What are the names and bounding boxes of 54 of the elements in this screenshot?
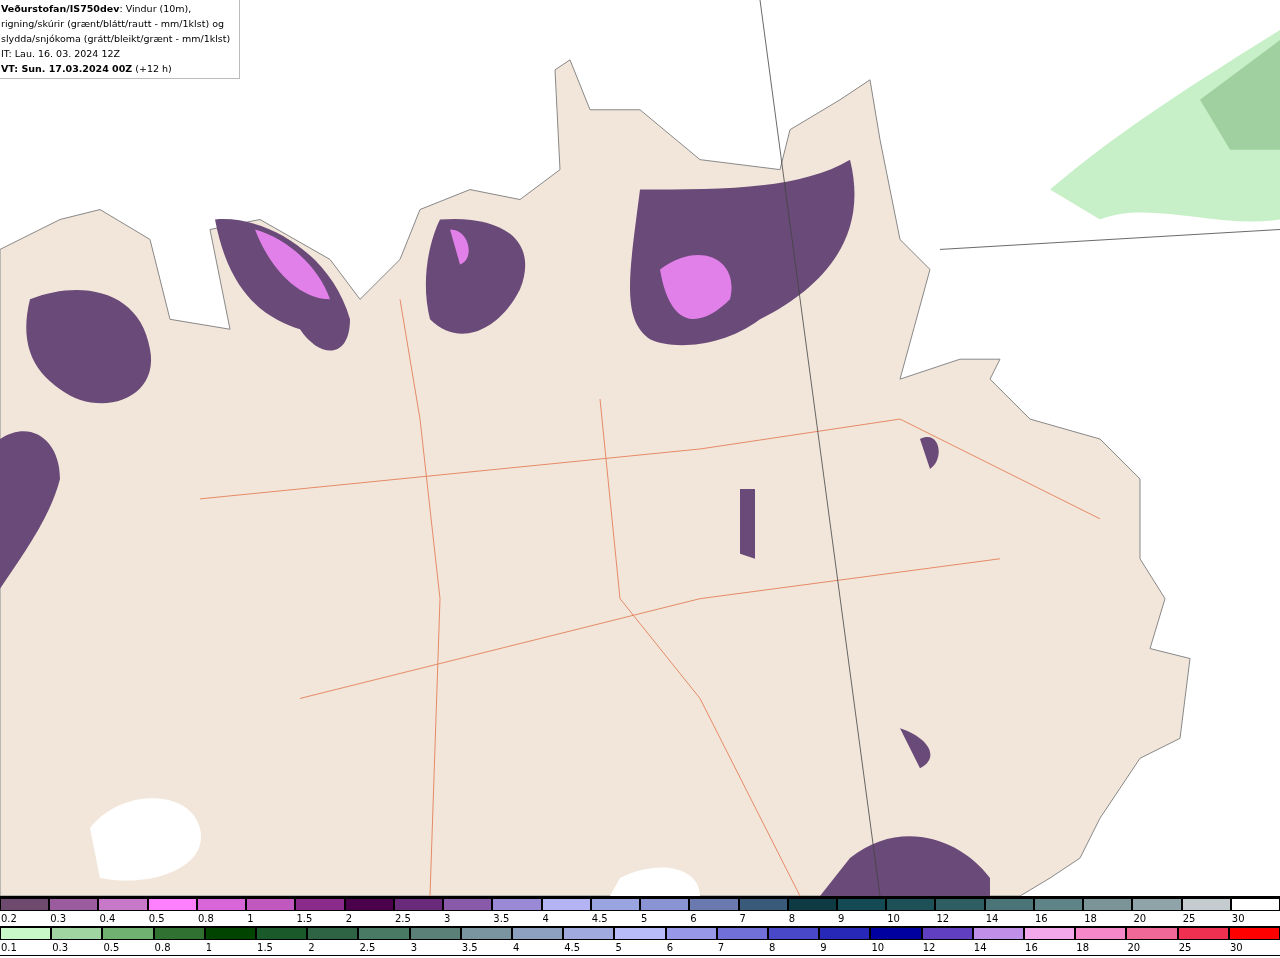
legend-label: 5 xyxy=(640,912,648,926)
legend-label: 4 xyxy=(512,941,520,955)
legend-label: 2.5 xyxy=(358,941,376,955)
legend-label: 0.8 xyxy=(196,912,214,926)
legend-label: 7 xyxy=(738,912,746,926)
legend-label: 25 xyxy=(1177,941,1192,955)
legend-label: 1 xyxy=(204,941,213,955)
legend-label: 5 xyxy=(614,941,622,955)
legend-label: 10 xyxy=(870,941,885,955)
legend-label: 0.3 xyxy=(51,941,69,955)
legend-label: 20 xyxy=(1132,912,1147,926)
legend-label: 0.2 xyxy=(0,912,17,926)
legend-label: 25 xyxy=(1181,912,1196,926)
legend-label: 30 xyxy=(1230,912,1245,926)
legend-label: 1 xyxy=(246,912,254,926)
legend-label: 12 xyxy=(935,912,950,926)
legend-label: 1.5 xyxy=(295,912,313,926)
legend-label: 14 xyxy=(972,941,987,955)
legend-label: 16 xyxy=(1033,912,1048,926)
legend-label: 0.5 xyxy=(147,912,165,926)
legend-label: 20 xyxy=(1126,941,1141,955)
legend-label: 3.5 xyxy=(492,912,510,926)
legend-label: 1.5 xyxy=(256,941,273,955)
issue-time: IT: Lau. 16. 03. 2024 12Z xyxy=(1,47,121,61)
legend-label: 6 xyxy=(689,912,697,926)
legend-label: 9 xyxy=(819,941,827,955)
legend-label: 8 xyxy=(768,941,776,955)
legend-label: 6 xyxy=(665,941,673,955)
legend-label: 18 xyxy=(1075,941,1089,955)
legend-label: 0.4 xyxy=(98,912,116,926)
legend-label: 12 xyxy=(921,941,936,955)
valid-time: VT: Sun. 17.03.2024 00Z (+12 h) xyxy=(1,62,173,76)
legend-label: 0.5 xyxy=(102,941,120,955)
legend-label: 30 xyxy=(1228,941,1243,955)
legend-label: 3 xyxy=(409,941,417,955)
legend-label: 0.1 xyxy=(0,941,17,955)
legend-label: 7 xyxy=(716,941,725,955)
legend-label: 16 xyxy=(1024,941,1038,955)
legend-label: 0.3 xyxy=(49,912,67,926)
legend-label: 3 xyxy=(443,912,451,926)
legend-label: 14 xyxy=(984,912,999,926)
legend-label: 18 xyxy=(1083,912,1097,926)
legend-label: 8 xyxy=(787,912,796,926)
legend-label: 4.5 xyxy=(563,941,581,955)
legend-label: 9 xyxy=(837,912,845,926)
legend-label: 2 xyxy=(307,941,315,955)
legend-label: 4 xyxy=(541,912,549,926)
legend-label: 2.5 xyxy=(393,912,411,926)
legend-label: 2 xyxy=(344,912,352,926)
legend-label: 10 xyxy=(886,912,900,926)
legend-label: 3.5 xyxy=(460,941,478,955)
map-description: Veðurstofan/IS750dev: Vindur (10m), rigning/skúrir (grænt/blátt/rautt - mm/1klst) og slydda/snjókoma (grátt/bleikt/grænt - mm/1klst) xyxy=(1,2,232,46)
legend-label: 0.8 xyxy=(153,941,171,955)
legend-label: 4.5 xyxy=(590,912,608,926)
